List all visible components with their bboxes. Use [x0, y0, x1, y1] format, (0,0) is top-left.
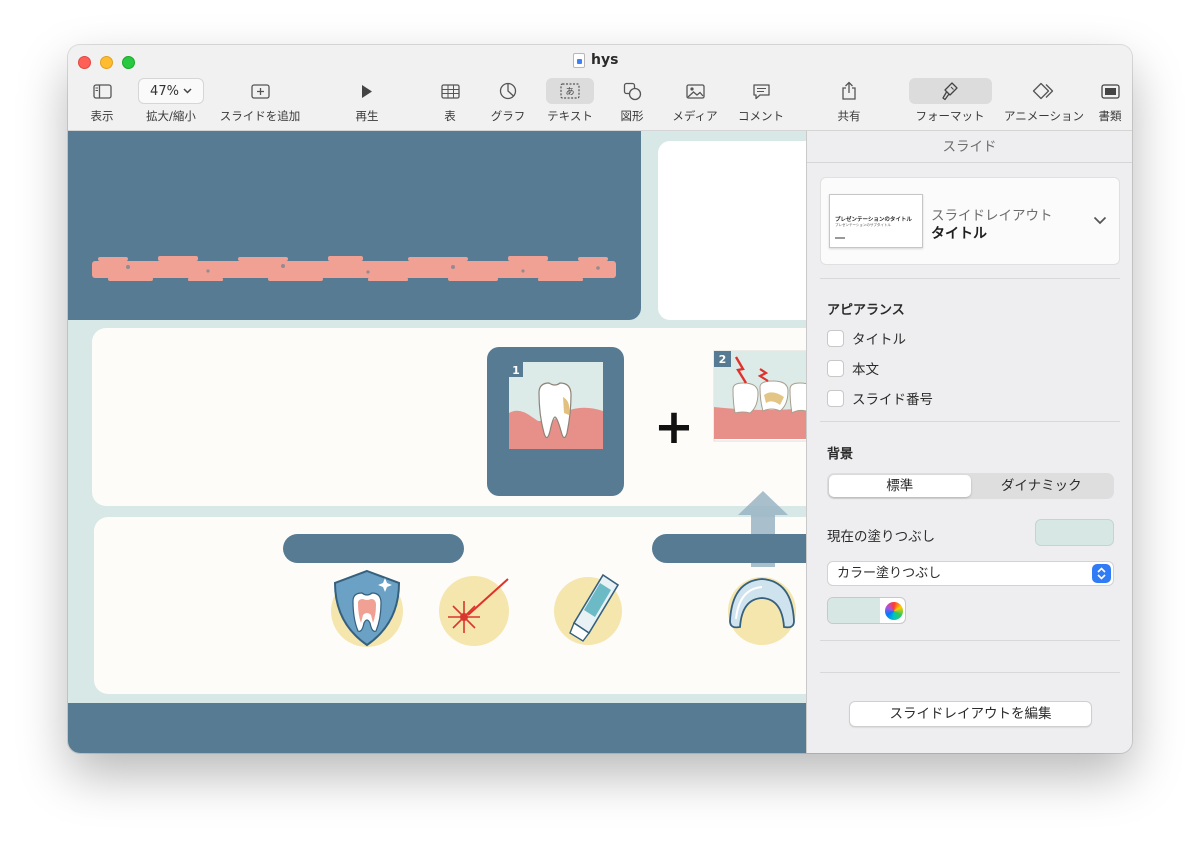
shape-icon: [617, 78, 647, 104]
zoom-value: 47%: [150, 83, 179, 99]
document-panel-icon: [1095, 78, 1125, 104]
layout-thumbnail: プレゼンテーションのタイトル プレゼンテーションのサブタイトル: [829, 194, 923, 248]
media-button[interactable]: メディア: [668, 78, 722, 124]
shape-button[interactable]: 図形: [617, 78, 647, 124]
paintbrush-icon: [908, 78, 992, 104]
chevron-down-icon: [183, 88, 192, 94]
play-icon: [352, 78, 382, 104]
inspector-panel: スライド プレゼンテーションのタイトル プレゼンテーションのサブタイトル スライ…: [806, 131, 1132, 753]
current-fill-swatch[interactable]: [1035, 519, 1114, 546]
label-pill-right: [652, 534, 806, 563]
play-button[interactable]: 再生: [352, 78, 382, 124]
body-checkbox[interactable]: 本文: [827, 358, 879, 378]
sidebar-icon: [86, 78, 118, 104]
slide-layout-card[interactable]: プレゼンテーションのタイトル プレゼンテーションのサブタイトル スライドレイアウ…: [820, 177, 1120, 265]
animation-button[interactable]: アニメーション: [1000, 78, 1088, 124]
layout-heading: スライドレイアウト: [931, 208, 1053, 224]
fill-type-select[interactable]: カラー塗りつぶし: [827, 561, 1114, 586]
comment-icon: [735, 78, 787, 104]
document-button[interactable]: 書類: [1095, 78, 1125, 124]
shape-label: 図形: [620, 109, 644, 123]
appearance-heading: アピアランス: [827, 303, 905, 318]
format-button[interactable]: フォーマット: [908, 78, 992, 124]
table-icon: [435, 78, 465, 104]
label-pill-left: [283, 534, 464, 563]
minimize-button[interactable]: [100, 56, 113, 69]
current-fill-label: 現在の塗りつぶし: [827, 529, 936, 545]
slide-number-checkbox[interactable]: スライド番号: [827, 388, 933, 408]
background-segmented-control[interactable]: 標準 ダイナミック: [827, 473, 1114, 499]
comment-button[interactable]: コメント: [735, 78, 787, 124]
document-title: hys: [573, 52, 618, 68]
chart-label: グラフ: [490, 109, 526, 123]
share-icon: [834, 78, 864, 104]
view-button[interactable]: 表示: [86, 78, 118, 124]
media-label: メディア: [672, 109, 718, 123]
background-heading: 背景: [827, 447, 854, 462]
add-slide-icon: [218, 78, 302, 104]
share-label: 共有: [837, 109, 861, 123]
close-button[interactable]: [78, 56, 91, 69]
table-button[interactable]: 表: [435, 78, 465, 124]
text-label: テキスト: [547, 109, 593, 123]
tooth-badge-1: 1: [512, 364, 520, 377]
document-label: 書類: [1098, 109, 1122, 123]
app-window: hys 表示 47% 拡大/縮小 スライドを追加 再生 表 グラフ あ テキスト…: [68, 45, 1132, 753]
zoom-dropdown[interactable]: 47%: [138, 78, 204, 104]
thumbnail-subtitle: プレゼンテーションのサブタイトル: [835, 223, 891, 227]
white-box-top-right: [658, 141, 806, 320]
layout-value: タイトル: [931, 226, 987, 242]
zoom-label: 拡大/縮小: [146, 109, 196, 123]
text-box-icon: あ: [546, 78, 594, 104]
stepper-arrows-icon: [1092, 564, 1111, 583]
color-wheel-icon[interactable]: [885, 602, 903, 620]
color-well-swatch[interactable]: [828, 598, 880, 623]
svg-text:あ: あ: [565, 87, 574, 98]
chevron-down-icon: [1093, 216, 1107, 225]
toolbar: hys 表示 47% 拡大/縮小 スライドを追加 再生 表 グラフ あ テキスト…: [68, 45, 1132, 131]
middle-panel: [92, 328, 806, 506]
animation-icon: [1000, 78, 1088, 104]
share-button[interactable]: 共有: [834, 78, 864, 124]
document-icon: [573, 52, 585, 68]
play-label: 再生: [355, 109, 379, 123]
plus-sign: +: [654, 399, 694, 455]
footer-bar: [68, 703, 806, 753]
tab-slide[interactable]: スライド: [807, 131, 1132, 163]
segment-dynamic[interactable]: ダイナミック: [971, 475, 1113, 497]
chart-icon: [487, 78, 529, 104]
format-label: フォーマット: [915, 109, 985, 123]
segment-standard[interactable]: 標準: [829, 475, 971, 497]
chart-button[interactable]: グラフ: [487, 78, 529, 124]
add-slide-label: スライドを追加: [219, 109, 301, 123]
title-checkbox[interactable]: タイトル: [827, 328, 906, 348]
zoom-control[interactable]: 47% 拡大/縮小: [138, 78, 204, 124]
color-well[interactable]: [827, 597, 906, 624]
table-label: 表: [444, 109, 456, 123]
document-title-text: hys: [591, 52, 619, 68]
zoom-window-button[interactable]: [122, 56, 135, 69]
mouthguard-icon: [728, 577, 796, 645]
text-button[interactable]: あ テキスト: [544, 78, 596, 124]
salmon-brush-stroke: [92, 256, 616, 281]
shield-tooth-icon: [331, 569, 403, 647]
animation-label: アニメーション: [1003, 109, 1085, 123]
teeth-badge-2: 2: [719, 353, 727, 366]
edit-slide-layout-button[interactable]: スライドレイアウトを編集: [849, 701, 1092, 727]
comment-label: コメント: [738, 109, 784, 123]
thumbnail-title: プレゼンテーションのタイトル: [835, 217, 912, 223]
title-box: [68, 131, 641, 320]
slide-canvas[interactable]: 1 + 2: [68, 131, 806, 753]
image-icon: [668, 78, 722, 104]
view-label: 表示: [90, 109, 114, 123]
laser-icon: [439, 576, 509, 646]
add-slide-button[interactable]: スライドを追加: [218, 78, 302, 124]
